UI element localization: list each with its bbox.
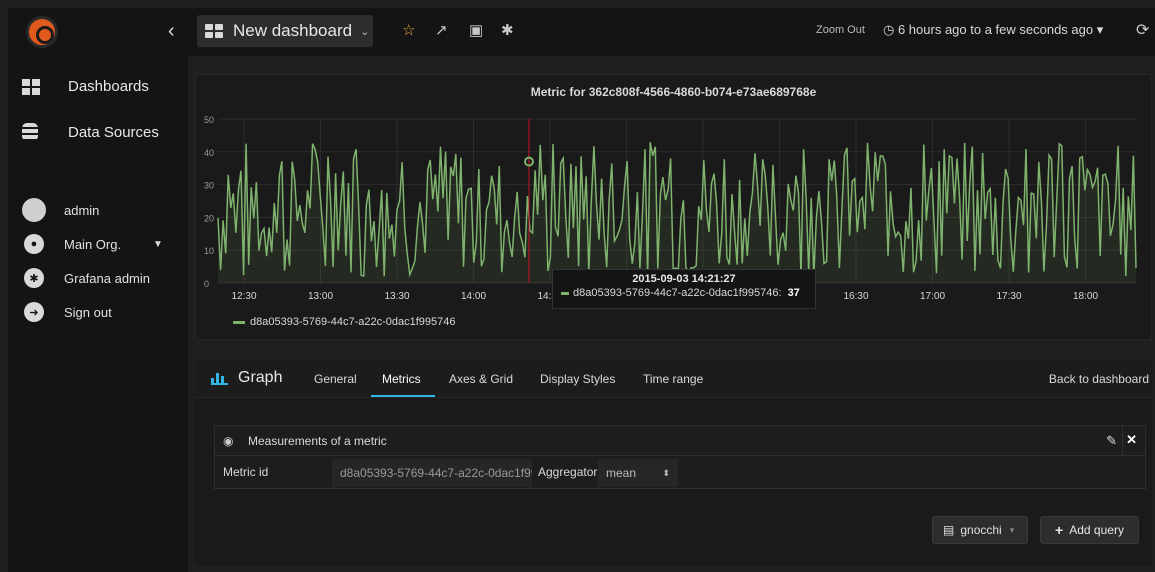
sign-out-icon: ➜ <box>24 302 44 322</box>
add-query-button[interactable]: + Add query <box>1040 516 1139 544</box>
y-tick-label: 40 <box>204 148 214 158</box>
x-tick-label: 18:00 <box>1073 291 1098 302</box>
time-range-label: 6 hours ago to a few seconds ago <box>897 22 1094 37</box>
dashboards-grid-icon <box>205 24 223 38</box>
clock-icon: ◷ <box>883 22 895 37</box>
legend-swatch <box>233 320 245 324</box>
y-tick-label: 30 <box>204 181 214 191</box>
y-tick-label: 0 <box>204 279 209 289</box>
close-icon[interactable]: ✕ <box>1126 432 1137 448</box>
x-tick-label: 16:30 <box>843 291 868 302</box>
tooltip-date: 2015-09-03 14:21:27 <box>632 273 736 285</box>
metric-id-input[interactable] <box>332 459 532 487</box>
legend-series-label: d8a05393-5769-44c7-a22c-0dac1f995746 <box>250 316 456 328</box>
settings-gear-icon[interactable]: ✱ <box>501 21 514 39</box>
tab-graph-label: Graph <box>238 369 283 386</box>
sidebar-item-data-sources[interactable]: Data Sources <box>22 123 159 141</box>
tab-time-range[interactable]: Time range <box>643 372 703 386</box>
tab-axes-grid[interactable]: Axes & Grid <box>449 372 513 386</box>
select-arrows-icon: ⬍ <box>662 468 670 478</box>
tooltip-swatch <box>561 291 569 295</box>
x-tick-label: 17:30 <box>996 291 1021 302</box>
sidebar-item-label: Main Org. <box>64 236 122 252</box>
graph-tooltip: 2015-09-03 14:21:27 d8a05393-5769-44c7-a… <box>552 269 816 309</box>
database-icon <box>22 123 38 141</box>
dashboard-title: New dashboard <box>233 21 353 40</box>
x-tick-label: 13:30 <box>384 291 409 302</box>
bar-chart-icon <box>211 371 228 385</box>
y-tick-label: 10 <box>204 246 214 256</box>
aggregator-value: mean <box>606 466 637 480</box>
datasource-label: gnocchi <box>960 523 1002 537</box>
caret-down-icon: ▾ <box>1009 524 1015 535</box>
sidebar-item-label: admin <box>64 202 100 218</box>
panel-editor: Graph General Metrics Axes & Grid Displa… <box>195 360 1152 566</box>
tooltip-value: 37 <box>787 287 800 299</box>
sidebar-item-sign-out[interactable]: ➜ Sign out <box>24 302 112 322</box>
tab-general[interactable]: General <box>314 372 357 386</box>
dashboard-picker-button[interactable]: New dashboard ⌄ <box>197 15 373 47</box>
tab-metrics[interactable]: Metrics <box>382 372 421 386</box>
datasource-select-button[interactable]: ▤ gnocchi ▾ <box>932 516 1028 544</box>
dashboards-icon <box>22 78 40 95</box>
query-title[interactable]: Measurements of a metric <box>248 434 387 448</box>
divider <box>1122 426 1123 456</box>
tooltip-series: d8a05393-5769-44c7-a22c-0dac1f995746: <box>573 287 782 299</box>
sidebar-item-grafana-admin[interactable]: ✱ Grafana admin <box>24 268 150 288</box>
save-icon[interactable]: ▣ <box>469 21 483 39</box>
x-tick-label: 14:00 <box>461 291 486 302</box>
caret-down-icon: ▾ <box>1096 22 1104 37</box>
top-navbar: ‹ New dashboard ⌄ ☆ ↗ ▣ ✱ Zoom Out ◷ 6 h… <box>8 8 1155 56</box>
add-query-label: Add query <box>1069 523 1124 537</box>
tab-display-styles[interactable]: Display Styles <box>540 372 615 386</box>
metric-id-label: Metric id <box>223 465 269 479</box>
active-tab-indicator <box>371 395 435 397</box>
tab-graph[interactable]: Graph <box>211 369 282 387</box>
sidebar-item-label: Sign out <box>64 304 112 320</box>
zoom-out-button[interactable]: Zoom Out <box>816 24 865 36</box>
aggregator-select[interactable]: mean ⬍ <box>598 459 678 487</box>
org-caret-down-icon[interactable]: ▼ <box>153 239 163 250</box>
y-tick-label: 20 <box>204 213 214 223</box>
x-tick-label: 12:30 <box>231 291 256 302</box>
aggregator-label: Aggregator <box>538 465 598 479</box>
sidebar-item-main-org[interactable]: ● Main Org. <box>24 234 121 254</box>
database-icon: ▤ <box>943 523 955 537</box>
y-tick-label: 50 <box>204 115 214 125</box>
sidebar-item-label: Data Sources <box>68 123 159 141</box>
query-header: ◉ Measurements of a metric ✎ ✕ <box>215 426 1145 456</box>
graph-panel[interactable]: Metric for 362c808f-4566-4860-b074-e73ae… <box>195 74 1152 340</box>
collapse-sidebar-icon[interactable]: ‹ <box>168 20 175 43</box>
query-fields: Metric id Aggregator mean ⬍ <box>215 456 1145 489</box>
pencil-icon[interactable]: ✎ <box>1106 433 1117 449</box>
refresh-icon[interactable]: ⟳ <box>1136 20 1149 40</box>
plus-icon: + <box>1055 522 1064 538</box>
users-icon: ● <box>24 234 44 254</box>
sidebar-item-admin[interactable]: admin <box>22 198 100 222</box>
time-range-picker[interactable]: ◷ 6 hours ago to a few seconds ago ▾ <box>883 22 1103 38</box>
x-tick-label: 17:00 <box>920 291 945 302</box>
eye-icon[interactable]: ◉ <box>223 434 233 448</box>
caret-down-icon: ⌄ <box>360 25 370 38</box>
sidebar-item-label: Dashboards <box>68 78 149 95</box>
share-icon[interactable]: ↗ <box>435 21 448 39</box>
star-icon[interactable]: ☆ <box>402 21 415 39</box>
query-row: ◉ Measurements of a metric ✎ ✕ Metric id… <box>214 425 1146 489</box>
sidebar-item-dashboards[interactable]: Dashboards <box>22 78 149 95</box>
editor-tabs: Graph General Metrics Axes & Grid Displa… <box>195 360 1152 398</box>
x-tick-label: 13:00 <box>308 291 333 302</box>
back-to-dashboard-link[interactable]: Back to dashboard <box>1049 372 1149 386</box>
legend-item[interactable]: d8a05393-5769-44c7-a22c-0dac1f995746 <box>233 316 456 328</box>
grafana-app: ‹ New dashboard ⌄ ☆ ↗ ▣ ✱ Zoom Out ◷ 6 h… <box>0 0 1155 572</box>
sidebar: Dashboards Data Sources admin ● Main Org… <box>8 56 188 572</box>
grafana-logo-icon[interactable] <box>26 16 58 48</box>
gear-icon: ✱ <box>24 268 44 288</box>
avatar <box>22 198 46 222</box>
sidebar-item-label: Grafana admin <box>64 270 150 286</box>
